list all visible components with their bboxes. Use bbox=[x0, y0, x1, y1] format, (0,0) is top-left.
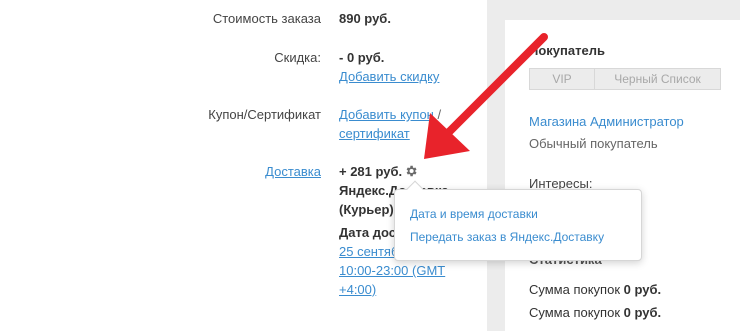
coupon-separator: / bbox=[433, 107, 442, 122]
purchases-value: 0 руб. bbox=[623, 282, 662, 297]
purchases-label: Сумма покупок bbox=[529, 282, 621, 297]
blacklist-toggle-button[interactable]: Черный Список bbox=[595, 68, 721, 90]
delivery-date-link-2[interactable]: 10:00-23:00 (GMT bbox=[339, 263, 445, 278]
delivery-settings-menu: Дата и время доставки Передать заказ в Я… bbox=[394, 180, 642, 261]
buyer-type: Обычный покупатель bbox=[529, 136, 658, 151]
purchases-row: Сумма покупок 0 руб. bbox=[529, 282, 661, 297]
add-coupon-link[interactable]: Добавить купон bbox=[339, 107, 434, 122]
delivery-date-link-3[interactable]: +4:00) bbox=[339, 282, 376, 297]
buyer-title: Покупатель bbox=[529, 43, 605, 58]
menu-item-send-to-yandex[interactable]: Передать заказ в Яндекс.Доставку bbox=[410, 230, 604, 244]
discount-label: Скидка: bbox=[274, 50, 321, 65]
buyer-tags: VIP Черный Список bbox=[529, 68, 721, 90]
order-cost-label: Стоимость заказа bbox=[212, 11, 321, 26]
purchases2-value: 0 руб. bbox=[623, 305, 662, 320]
vip-toggle-button[interactable]: VIP bbox=[529, 68, 595, 90]
discount-value: - 0 руб. bbox=[339, 50, 385, 65]
add-discount-link[interactable]: Добавить скидку bbox=[339, 69, 439, 84]
coupon-label: Купон/Сертификат bbox=[208, 107, 321, 122]
add-certificate-link[interactable]: сертификат bbox=[339, 126, 410, 141]
delivery-link[interactable]: Доставка bbox=[265, 164, 321, 179]
purchases2-label: Сумма покупок bbox=[529, 305, 621, 320]
buyer-name-link[interactable]: Магазина Администратор bbox=[529, 114, 684, 129]
order-cost-value: 890 руб. bbox=[339, 11, 391, 26]
add-coupon-row: Добавить купон / bbox=[339, 107, 441, 122]
gear-icon[interactable] bbox=[404, 164, 418, 178]
delivery-price: + 281 руб. bbox=[339, 164, 403, 179]
menu-item-delivery-datetime[interactable]: Дата и время доставки bbox=[410, 207, 538, 221]
purchases-row-2: Сумма покупок 0 руб. bbox=[529, 305, 661, 320]
delivery-service-line2: (Курьер) bbox=[339, 202, 394, 217]
